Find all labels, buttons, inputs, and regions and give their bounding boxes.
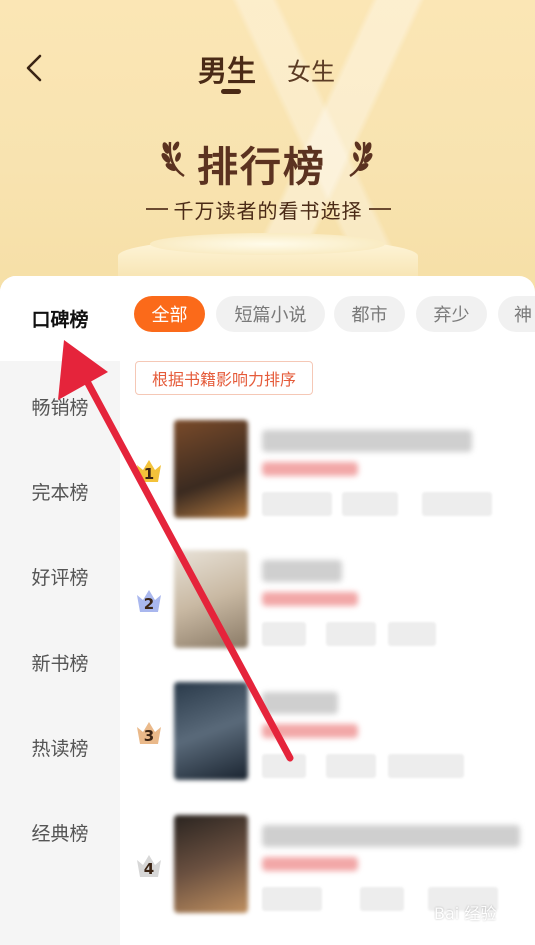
paw-icon	[411, 902, 427, 920]
ranking-title: 排行榜	[197, 143, 326, 191]
tab-male[interactable]: 男生	[198, 48, 256, 90]
book-tag-blurred	[422, 492, 492, 516]
book-tag-blurred	[326, 622, 376, 646]
sort-order-label: 根据书籍影响力排序	[135, 361, 313, 395]
book-title-blurred	[262, 825, 520, 847]
book-cover	[174, 682, 248, 780]
rank-number: 1	[143, 465, 155, 483]
list-item[interactable]: 2	[130, 550, 535, 660]
rank-number: 3	[143, 727, 155, 745]
filter-chip-more[interactable]: 神	[498, 296, 535, 332]
book-meta-blurred	[262, 462, 358, 476]
book-cover	[174, 550, 248, 648]
crown-icon: 2	[134, 586, 164, 616]
book-cover	[174, 420, 248, 518]
book-tag-blurred	[262, 622, 306, 646]
tab-female[interactable]: 女生	[287, 52, 335, 87]
book-tag-blurred	[326, 754, 376, 778]
book-tag-blurred	[342, 492, 398, 516]
book-title-blurred	[262, 430, 472, 452]
watermark-text: Bai 经验	[434, 904, 497, 923]
sidebar-item-wanben[interactable]: 完本榜	[0, 449, 120, 534]
laurel-left-icon	[161, 141, 185, 178]
crown-icon: 1	[134, 456, 164, 486]
book-tag-blurred	[262, 887, 322, 911]
book-tag-blurred	[262, 492, 332, 516]
crown-icon: 3	[134, 718, 164, 748]
sidebar-item-jingdian[interactable]: 经典榜	[0, 790, 120, 875]
list-item[interactable]: 1	[130, 420, 535, 530]
rank-number: 4	[143, 860, 155, 878]
crown-icon: 4	[134, 851, 164, 881]
divider	[368, 208, 391, 210]
book-title-blurred	[262, 560, 342, 582]
book-tag-blurred	[388, 622, 436, 646]
sidebar-item-koubei[interactable]: 口碑榜	[0, 276, 120, 361]
list-item[interactable]: 3	[130, 682, 535, 792]
book-tag-blurred	[360, 887, 404, 911]
book-meta-blurred	[262, 724, 358, 738]
filter-chip-qishao[interactable]: 弃少	[416, 296, 487, 332]
rank-number: 2	[143, 595, 155, 613]
podium-top-decoration	[150, 233, 385, 255]
sidebar-item-changxiao[interactable]: 畅销榜	[0, 364, 120, 449]
sidebar-item-xinshu[interactable]: 新书榜	[0, 620, 120, 705]
ranking-subtitle: 千万读者的看书选择	[128, 195, 408, 223]
filter-chip-all[interactable]: 全部	[134, 296, 205, 332]
sidebar-item-haoping[interactable]: 好评榜	[0, 534, 120, 619]
divider	[145, 208, 168, 210]
back-button[interactable]	[16, 50, 52, 86]
subtitle-text: 千万读者的看书选择	[173, 198, 363, 223]
watermark: Bai 经验	[408, 888, 528, 936]
book-tag-blurred	[388, 754, 464, 778]
book-tag-blurred	[262, 754, 306, 778]
book-meta-blurred	[262, 857, 358, 871]
ranking-sidebar: 口碑榜 畅销榜 完本榜 好评榜 新书榜 热读榜 经典榜	[0, 276, 120, 945]
tab-active-indicator	[221, 89, 241, 94]
book-meta-blurred	[262, 592, 358, 606]
laurel-right-icon	[349, 141, 373, 178]
book-cover	[174, 815, 248, 913]
sidebar-item-redu[interactable]: 热读榜	[0, 705, 120, 790]
book-title-blurred	[262, 692, 338, 714]
filter-chip-short-story[interactable]: 短篇小说	[216, 296, 325, 332]
filter-chip-urban[interactable]: 都市	[334, 296, 405, 332]
chevron-left-icon	[26, 54, 42, 82]
